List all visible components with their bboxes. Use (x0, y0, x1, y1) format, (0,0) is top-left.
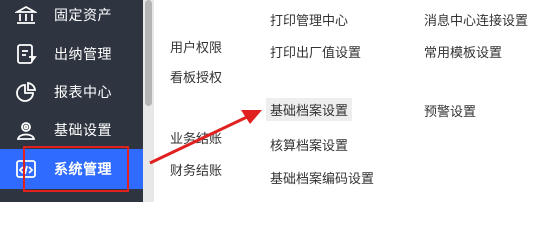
menu-item-message-center-connection[interactable]: 消息中心连接设置 (424, 10, 528, 29)
ledger-icon (14, 42, 38, 66)
sidebar-item-label: 基础设置 (54, 123, 112, 139)
sidebar-item-label: 固定资产 (54, 8, 112, 24)
menu-item-accounting-archive-settings[interactable]: 核算档案设置 (270, 135, 348, 154)
bank-icon (14, 3, 38, 27)
menu-item-basic-archive-settings[interactable]: 基础档案设置 (266, 98, 353, 121)
sidebar-scrollbar-thumb[interactable] (145, 0, 152, 106)
code-window-icon (14, 157, 38, 181)
sidebar-item-reports[interactable]: 报表中心 (0, 73, 143, 111)
sidebar-item-label: 出纳管理 (54, 47, 112, 63)
menu-item-alert-settings[interactable]: 预警设置 (424, 101, 476, 120)
menu-item-common-templates[interactable]: 常用模板设置 (424, 42, 502, 61)
sidebar-item-fixed-assets[interactable]: 固定资产 (0, 0, 143, 34)
pie-chart-icon (14, 80, 38, 104)
sidebar-item-label: 系统管理 (54, 162, 112, 178)
menu-item-finance-closing[interactable]: 财务结账 (170, 160, 222, 179)
sidebar-item-cashier[interactable]: 出纳管理 (0, 35, 143, 73)
menu-item-print-management[interactable]: 打印管理中心 (270, 10, 348, 29)
menu-item-user-permissions[interactable]: 用户权限 (170, 37, 222, 56)
submenu-panel: 用户权限 看板授权 业务结账 财务结账 打印管理中心 打印出厂值设置 基础档案设… (154, 0, 554, 202)
sidebar: 固定资产 出纳管理 报表中心 基础设置 系统管理 (0, 0, 143, 202)
sidebar-item-label: 报表中心 (54, 85, 112, 101)
menu-item-archive-code-settings[interactable]: 基础档案编码设置 (270, 168, 374, 187)
menu-item-dashboard-authorization[interactable]: 看板授权 (170, 67, 222, 86)
sidebar-item-system-management[interactable]: 系统管理 (0, 149, 143, 189)
settings-person-icon (14, 118, 38, 142)
menu-item-business-closing[interactable]: 业务结账 (170, 128, 222, 147)
sidebar-item-basic-settings[interactable]: 基础设置 (0, 111, 143, 149)
menu-item-print-factory-settings[interactable]: 打印出厂值设置 (270, 42, 361, 61)
